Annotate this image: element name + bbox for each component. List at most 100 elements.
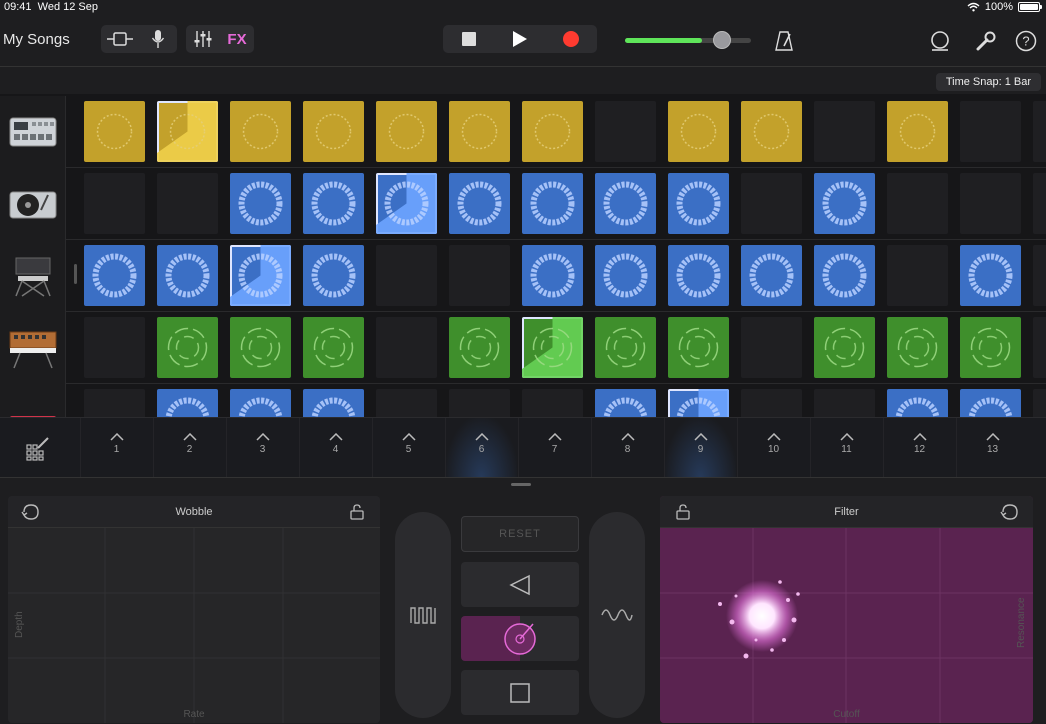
master-volume-slider[interactable] [625, 31, 751, 49]
loop-cell[interactable] [230, 173, 291, 234]
loop-cell[interactable] [960, 389, 1021, 417]
my-songs-button[interactable]: My Songs [3, 31, 70, 48]
metronome-button[interactable] [770, 27, 798, 55]
scene-trigger-8[interactable]: 8 [591, 418, 663, 478]
loop-cell[interactable] [887, 389, 948, 417]
gate-repeat-pill[interactable] [395, 512, 451, 718]
track-instrument-turntable[interactable] [0, 168, 66, 240]
loops-button[interactable] [928, 27, 952, 55]
help-button[interactable]: ? [1014, 27, 1038, 55]
loop-cell[interactable] [1033, 173, 1046, 234]
reset-button[interactable]: RESET [461, 516, 579, 552]
loop-cell[interactable] [668, 101, 729, 162]
wobble-xy-pad[interactable]: Rate Depth [8, 528, 380, 723]
loop-cell[interactable] [449, 245, 510, 306]
loop-cell[interactable] [887, 245, 948, 306]
loop-cell[interactable] [668, 317, 729, 378]
loop-cell[interactable] [741, 173, 802, 234]
view-toggle-button[interactable] [101, 25, 139, 53]
loop-cell[interactable] [814, 245, 875, 306]
loop-cell[interactable] [449, 389, 510, 417]
loop-cell[interactable] [376, 245, 437, 306]
loop-cell[interactable] [595, 317, 656, 378]
tape-stop-button[interactable] [461, 670, 579, 715]
record-button[interactable] [545, 25, 596, 53]
scene-trigger-9[interactable]: 9 [664, 418, 736, 478]
loop-cell[interactable] [741, 389, 802, 417]
loop-cell[interactable] [960, 173, 1021, 234]
loop-cell[interactable] [157, 173, 218, 234]
loop-cell[interactable] [84, 389, 145, 417]
track-instrument-keyboard[interactable] [0, 384, 66, 417]
loop-cell[interactable] [230, 317, 291, 378]
scene-trigger-6[interactable]: 6 [445, 418, 517, 478]
track-instrument-analog-synth[interactable] [0, 312, 66, 384]
scene-trigger-5[interactable]: 5 [372, 418, 444, 478]
settings-button[interactable] [974, 27, 998, 55]
loop-cell[interactable] [230, 101, 291, 162]
loop-cell[interactable] [157, 101, 218, 162]
loop-cell[interactable] [376, 389, 437, 417]
reverse-button[interactable] [461, 562, 579, 607]
wobble-lock-button[interactable] [346, 502, 368, 522]
loop-cell[interactable] [522, 173, 583, 234]
loop-cell[interactable] [84, 173, 145, 234]
mixer-button[interactable] [186, 25, 220, 53]
loop-cell[interactable] [814, 173, 875, 234]
scene-trigger-1[interactable]: 1 [80, 418, 152, 478]
loop-cell[interactable] [1033, 317, 1046, 378]
scene-trigger-10[interactable]: 10 [737, 418, 809, 478]
loop-cell[interactable] [376, 317, 437, 378]
loop-cell[interactable] [376, 101, 437, 162]
loop-cell[interactable] [157, 317, 218, 378]
loop-cell[interactable] [522, 101, 583, 162]
scene-trigger-2[interactable]: 2 [153, 418, 225, 478]
time-snap-button[interactable]: Time Snap: 1 Bar [935, 73, 1041, 91]
scene-trigger-3[interactable]: 3 [226, 418, 298, 478]
loop-cell[interactable] [449, 317, 510, 378]
loop-cell[interactable] [449, 101, 510, 162]
loop-cell[interactable] [230, 245, 291, 306]
loop-cell[interactable] [595, 245, 656, 306]
loop-cell[interactable] [960, 317, 1021, 378]
loop-cell[interactable] [522, 317, 583, 378]
scene-trigger-7[interactable]: 7 [518, 418, 590, 478]
scene-trigger-12[interactable]: 12 [883, 418, 955, 478]
loop-cell[interactable] [522, 245, 583, 306]
scene-trigger-4[interactable]: 4 [299, 418, 371, 478]
stop-button[interactable] [443, 25, 494, 53]
loop-cell[interactable] [157, 389, 218, 417]
modulation-pill[interactable] [589, 512, 645, 718]
microphone-button[interactable] [139, 25, 177, 53]
volume-knob[interactable] [713, 31, 732, 49]
loop-cell[interactable] [668, 245, 729, 306]
loop-cell[interactable] [1033, 101, 1046, 162]
loop-cell[interactable] [741, 245, 802, 306]
loop-cell[interactable] [1033, 389, 1046, 417]
loop-cell[interactable] [157, 245, 218, 306]
loop-cell[interactable] [84, 245, 145, 306]
track-instrument-drum-machine[interactable] [0, 96, 66, 168]
scene-trigger-11[interactable]: 11 [810, 418, 882, 478]
loop-cell[interactable] [960, 245, 1021, 306]
filter-effect-select-button[interactable] [999, 502, 1021, 522]
panel-grabber[interactable] [511, 483, 531, 486]
loop-cell[interactable] [887, 101, 948, 162]
loop-cell[interactable] [814, 389, 875, 417]
loop-cell[interactable] [814, 101, 875, 162]
loop-cell[interactable] [595, 173, 656, 234]
loop-cell[interactable] [84, 101, 145, 162]
loop-cell[interactable] [741, 101, 802, 162]
loop-cell[interactable] [376, 173, 437, 234]
loop-cell[interactable] [449, 173, 510, 234]
filter-xy-pad[interactable]: Cutoff Resonance [660, 528, 1033, 723]
play-button[interactable] [494, 25, 545, 53]
scene-trigger-13[interactable]: 13 [956, 418, 1028, 478]
loop-cell[interactable] [960, 101, 1021, 162]
loop-cell[interactable] [887, 317, 948, 378]
loop-cell[interactable] [814, 317, 875, 378]
loop-cell[interactable] [741, 317, 802, 378]
loop-cell[interactable] [303, 317, 364, 378]
grid-edit-button[interactable] [0, 418, 76, 478]
loop-cell[interactable] [303, 245, 364, 306]
